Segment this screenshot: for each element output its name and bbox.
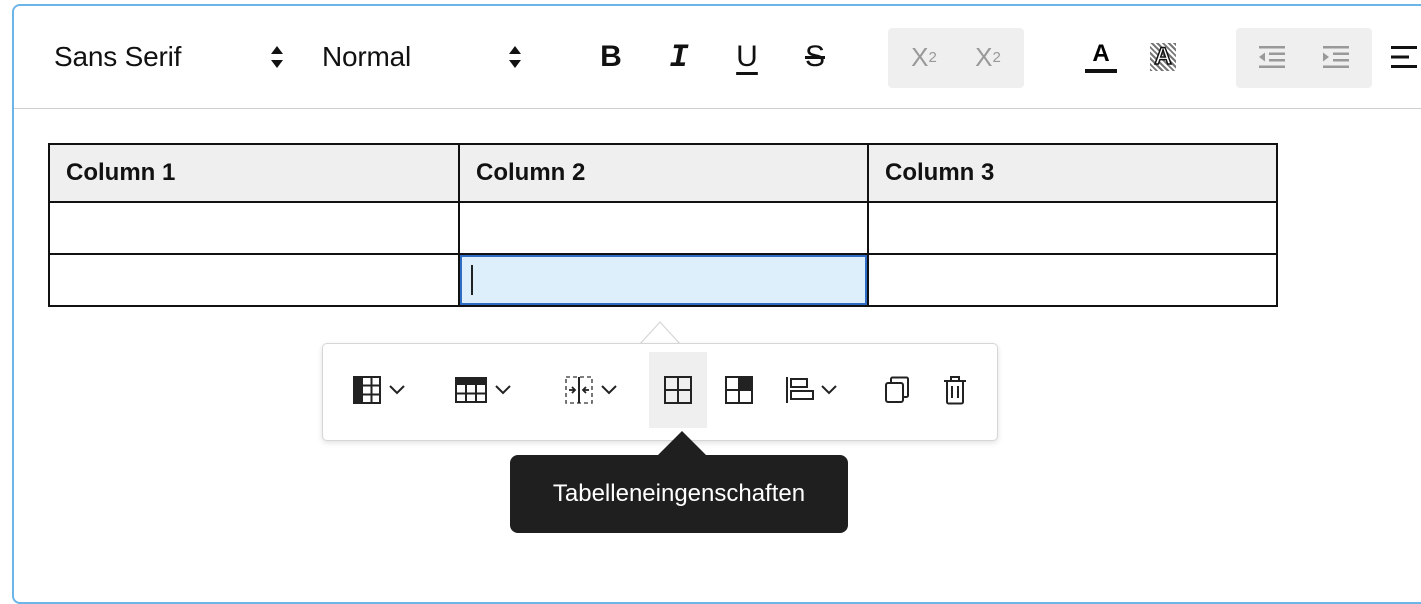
insert-table-grid-icon [353, 376, 381, 404]
cell-properties-button[interactable] [713, 352, 765, 428]
updown-arrows-icon [509, 46, 521, 68]
text-color-label: A [1092, 40, 1110, 67]
tooltip-arrow [658, 431, 706, 455]
strike-label: S [804, 40, 825, 73]
content-table: Column 1 Column 2 Column 3 [48, 143, 1278, 307]
underline-label: U [736, 40, 758, 73]
outdent-button[interactable] [1246, 32, 1298, 82]
background-color-button[interactable]: A [1140, 32, 1186, 82]
copy-table-icon [885, 376, 909, 403]
table-properties-button[interactable] [649, 352, 707, 428]
font-size-select[interactable]: Normal [322, 32, 532, 82]
italic-label: I [669, 38, 689, 76]
table-cell[interactable] [867, 253, 1278, 307]
text-color-button[interactable]: A [1078, 32, 1124, 82]
superscript-base: X [975, 41, 993, 72]
text-color-swatch [1085, 69, 1117, 73]
delete-table-button[interactable] [929, 352, 981, 428]
align-table-button[interactable] [769, 352, 853, 428]
table-header-cell[interactable]: Column 3 [867, 143, 1278, 203]
strike-button[interactable]: S [794, 32, 836, 82]
insert-table-button[interactable] [341, 352, 417, 428]
merge-cells-icon [565, 376, 593, 404]
font-size-value: Normal [322, 41, 412, 72]
delete-table-icon [944, 376, 966, 405]
cell-properties-icon [725, 376, 753, 404]
table-cell-active[interactable] [458, 253, 869, 307]
font-family-value: Sans Serif [54, 41, 182, 72]
chevron-down-icon [821, 385, 837, 395]
copy-table-button[interactable] [871, 352, 923, 428]
align-table-icon [786, 377, 814, 403]
table-cell[interactable] [458, 201, 869, 255]
italic-button[interactable]: I [658, 32, 700, 82]
chevron-down-icon [601, 385, 617, 395]
table-properties-icon [664, 376, 692, 404]
subscript-index: 2 [928, 48, 937, 66]
updown-arrows-icon [271, 46, 283, 68]
table-header-cell[interactable]: Column 2 [458, 143, 869, 203]
subscript-base: X [911, 41, 929, 72]
align-button[interactable] [1384, 32, 1421, 82]
indent-icon [1323, 46, 1349, 68]
editor-content[interactable]: Column 1 Column 2 Column 3 Tabelleneinge… [14, 109, 1421, 602]
background-color-label: A [1150, 42, 1176, 71]
outdent-icon [1259, 46, 1285, 68]
row-options-icon [455, 377, 487, 403]
table-header-row: Column 1 Column 2 Column 3 [48, 143, 1278, 203]
bold-label: B [600, 40, 622, 73]
table-cell[interactable] [48, 201, 460, 255]
table-row [48, 201, 1278, 255]
bold-button[interactable]: B [590, 32, 632, 82]
table-toolbar [322, 343, 998, 441]
table-header-cell[interactable]: Column 1 [48, 143, 460, 203]
popup-pointer [640, 321, 680, 345]
tooltip: Tabelleneingenschaften [510, 455, 848, 533]
table-cell[interactable] [48, 253, 460, 307]
align-icon [1391, 46, 1417, 68]
editor-toolbar: Sans Serif Normal B I U S X 2 X 2 A A [14, 6, 1421, 109]
underline-button[interactable]: U [726, 32, 768, 82]
text-caret [471, 265, 473, 295]
superscript-index: 2 [992, 48, 1001, 66]
tooltip-text: Tabelleneingenschaften [552, 480, 806, 507]
chevron-down-icon [389, 385, 405, 395]
rich-text-editor: Sans Serif Normal B I U S X 2 X 2 A A Co… [12, 4, 1421, 604]
font-family-select[interactable]: Sans Serif [54, 32, 294, 82]
superscript-button[interactable]: X2 [960, 32, 1016, 82]
chevron-down-icon [495, 385, 511, 395]
indent-button[interactable] [1310, 32, 1362, 82]
row-options-button[interactable] [443, 352, 523, 428]
table-cell[interactable] [867, 201, 1278, 255]
table-row [48, 253, 1278, 307]
subscript-button[interactable]: X2 [896, 32, 952, 82]
merge-cells-button[interactable] [551, 352, 631, 428]
